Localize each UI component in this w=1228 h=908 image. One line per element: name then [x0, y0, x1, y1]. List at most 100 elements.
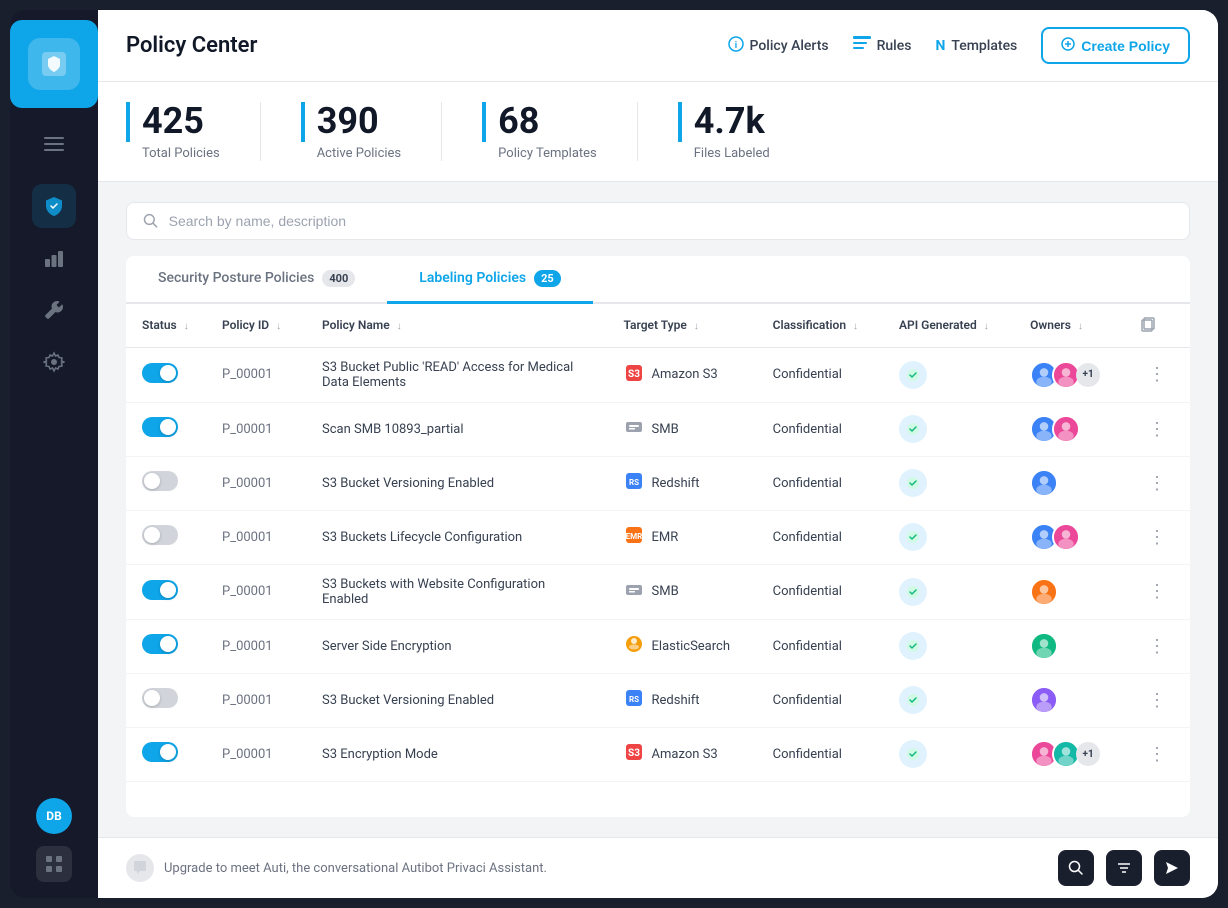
- api-generated-badge: [899, 469, 927, 497]
- api-generated-badge: [899, 578, 927, 606]
- cell-policy-name: S3 Buckets Lifecycle Configuration: [306, 510, 608, 564]
- target-type-icon: EMR: [624, 525, 644, 549]
- status-toggle[interactable]: [142, 471, 178, 491]
- owners-container: [1030, 415, 1108, 443]
- cell-target-type: RS Redshift: [608, 673, 757, 727]
- status-toggle[interactable]: [142, 363, 178, 383]
- owners-sort-icon[interactable]: ↓: [1078, 321, 1083, 332]
- cell-more-actions: ⋮: [1124, 347, 1190, 402]
- svg-text:i: i: [734, 41, 736, 51]
- cell-owners: [1014, 673, 1124, 727]
- target-type-icon: [624, 634, 644, 658]
- toggle-knob: [160, 744, 176, 760]
- cell-status: [126, 347, 206, 402]
- owners-container: [1030, 469, 1108, 497]
- more-actions-button[interactable]: ⋮: [1140, 360, 1174, 389]
- cell-status: [126, 456, 206, 510]
- policy-name-sort-icon[interactable]: ↓: [397, 321, 402, 332]
- cell-target-type: SMB: [608, 564, 757, 619]
- target-type-content: RS Redshift: [624, 471, 741, 495]
- status-toggle[interactable]: [142, 525, 178, 545]
- status-toggle[interactable]: [142, 688, 178, 708]
- api-generated-sort-icon[interactable]: ↓: [984, 321, 989, 332]
- files-labeled-number: 4.7k: [678, 102, 770, 142]
- cell-classification: Confidential: [757, 347, 883, 402]
- sidebar-item-tools[interactable]: [32, 288, 76, 332]
- more-actions-button[interactable]: ⋮: [1140, 577, 1174, 606]
- cell-target-type: RS Redshift: [608, 456, 757, 510]
- more-actions-button[interactable]: ⋮: [1140, 632, 1174, 661]
- send-action-button[interactable]: [1154, 850, 1190, 886]
- classification-sort-icon[interactable]: ↓: [853, 321, 858, 332]
- cell-api-generated: [883, 510, 1014, 564]
- check-circle-icon: [906, 422, 920, 436]
- tab-labeling-policies[interactable]: Labeling Policies 25: [387, 256, 592, 304]
- status-toggle[interactable]: [142, 417, 178, 437]
- table-row: P_00001S3 Buckets Lifecycle Configuratio…: [126, 510, 1190, 564]
- check-circle-icon: [906, 476, 920, 490]
- stats-bar: 425 Total Policies 390 Active Policies 6…: [98, 82, 1218, 182]
- check-circle-icon: [906, 747, 920, 761]
- policy-templates-number: 68: [482, 102, 597, 142]
- header-actions: i Policy Alerts Rules: [728, 27, 1191, 64]
- target-type-label: Redshift: [652, 693, 700, 708]
- menu-toggle[interactable]: [38, 128, 70, 160]
- target-type-label: Redshift: [652, 476, 700, 491]
- page-title: Policy Center: [126, 33, 257, 58]
- rules-button[interactable]: Rules: [853, 36, 912, 56]
- owner-more-count: +1: [1076, 742, 1100, 766]
- svg-text:RS: RS: [628, 695, 638, 704]
- filter-action-button[interactable]: [1106, 850, 1142, 886]
- cell-owners: [1014, 564, 1124, 619]
- owners-container: +1: [1030, 740, 1108, 768]
- policy-alerts-icon: i: [728, 36, 744, 56]
- user-avatar[interactable]: DB: [36, 798, 72, 834]
- policy-alerts-button[interactable]: i Policy Alerts: [728, 36, 829, 56]
- owners-container: [1030, 523, 1108, 551]
- sidebar-grid-button[interactable]: [36, 846, 72, 882]
- more-actions-button[interactable]: ⋮: [1140, 469, 1174, 498]
- policy-id-sort-icon[interactable]: ↓: [276, 321, 281, 332]
- cell-api-generated: [883, 564, 1014, 619]
- create-policy-button[interactable]: Create Policy: [1041, 27, 1190, 64]
- bottom-chat-text: Upgrade to meet Auti, the conversational…: [164, 861, 547, 876]
- sidebar-item-shield[interactable]: [32, 184, 76, 228]
- plus-circle-icon: [1061, 37, 1075, 51]
- cell-classification: Confidential: [757, 456, 883, 510]
- status-toggle[interactable]: [142, 634, 178, 654]
- more-actions-button[interactable]: ⋮: [1140, 686, 1174, 715]
- status-toggle[interactable]: [142, 742, 178, 762]
- speech-bubble-icon: [132, 860, 148, 876]
- cell-policy-id: P_00001: [206, 510, 306, 564]
- target-type-icon: RS: [624, 688, 644, 712]
- target-type-label: ElasticSearch: [652, 639, 730, 654]
- table-container: Status ↓ Policy ID ↓ Policy Name ↓: [126, 304, 1190, 817]
- owner-avatar: [1030, 469, 1058, 497]
- owners-container: +1: [1030, 361, 1108, 389]
- status-toggle[interactable]: [142, 580, 178, 600]
- target-type-sort-icon[interactable]: ↓: [694, 321, 699, 332]
- svg-text:RS: RS: [628, 478, 638, 487]
- sidebar-logo[interactable]: [10, 20, 98, 108]
- more-actions-button[interactable]: ⋮: [1140, 740, 1174, 769]
- search-action-button[interactable]: [1058, 850, 1094, 886]
- target-type-label: Amazon S3: [652, 747, 718, 762]
- col-policy-name: Policy Name ↓: [306, 304, 608, 348]
- more-actions-button[interactable]: ⋮: [1140, 523, 1174, 552]
- search-input[interactable]: [169, 213, 1173, 229]
- target-type-content: SMB: [624, 580, 741, 604]
- sidebar-item-settings[interactable]: [32, 340, 76, 384]
- col-api-generated: API Generated ↓: [883, 304, 1014, 348]
- status-sort-icon[interactable]: ↓: [184, 321, 189, 332]
- sidebar-item-dashboard[interactable]: [32, 236, 76, 280]
- tab-security-posture[interactable]: Security Posture Policies 400: [126, 256, 387, 304]
- templates-button[interactable]: N Templates: [935, 38, 1017, 54]
- more-actions-button[interactable]: ⋮: [1140, 415, 1174, 444]
- owners-container: [1030, 632, 1108, 660]
- cell-api-generated: [883, 619, 1014, 673]
- cell-status: [126, 564, 206, 619]
- target-type-icon: S3: [624, 742, 644, 766]
- cell-status: [126, 510, 206, 564]
- create-policy-label: Create Policy: [1081, 38, 1170, 54]
- toggle-knob: [144, 690, 160, 706]
